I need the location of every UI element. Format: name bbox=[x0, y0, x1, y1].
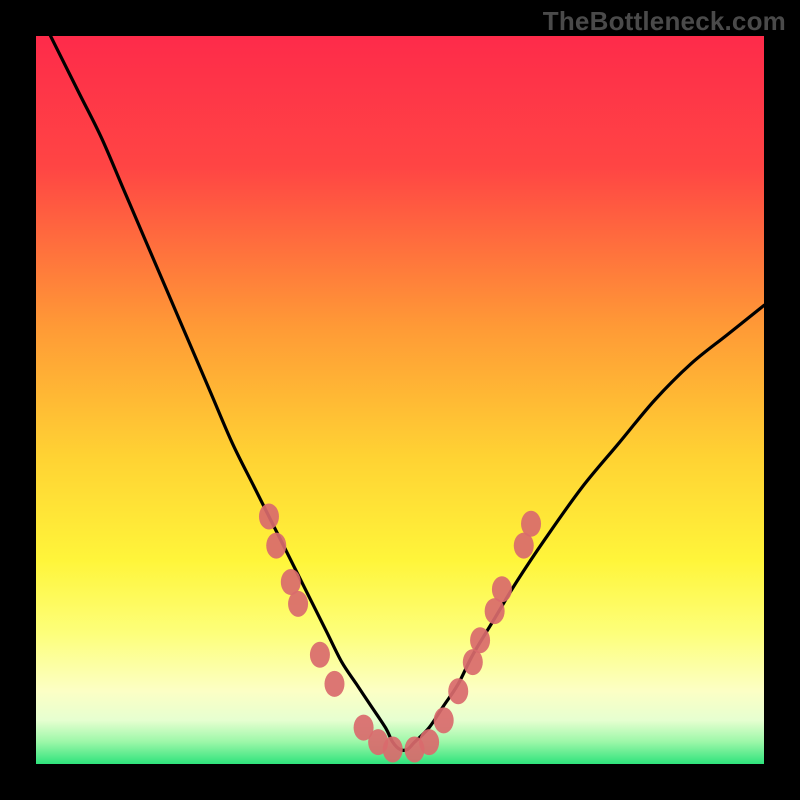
data-marker bbox=[434, 707, 454, 733]
watermark-text: TheBottleneck.com bbox=[543, 6, 786, 37]
data-marker bbox=[419, 729, 439, 755]
curve-layer bbox=[36, 36, 764, 764]
data-marker bbox=[448, 678, 468, 704]
data-marker bbox=[521, 511, 541, 537]
data-marker bbox=[324, 671, 344, 697]
data-marker bbox=[288, 591, 308, 617]
data-marker bbox=[259, 503, 279, 529]
outer-frame: TheBottleneck.com bbox=[0, 0, 800, 800]
data-marker bbox=[383, 736, 403, 762]
data-marker bbox=[492, 576, 512, 602]
marker-group bbox=[259, 503, 541, 762]
plot-area bbox=[36, 36, 764, 764]
data-marker bbox=[470, 627, 490, 653]
data-marker bbox=[266, 533, 286, 559]
bottleneck-curve bbox=[36, 36, 764, 750]
data-marker bbox=[310, 642, 330, 668]
